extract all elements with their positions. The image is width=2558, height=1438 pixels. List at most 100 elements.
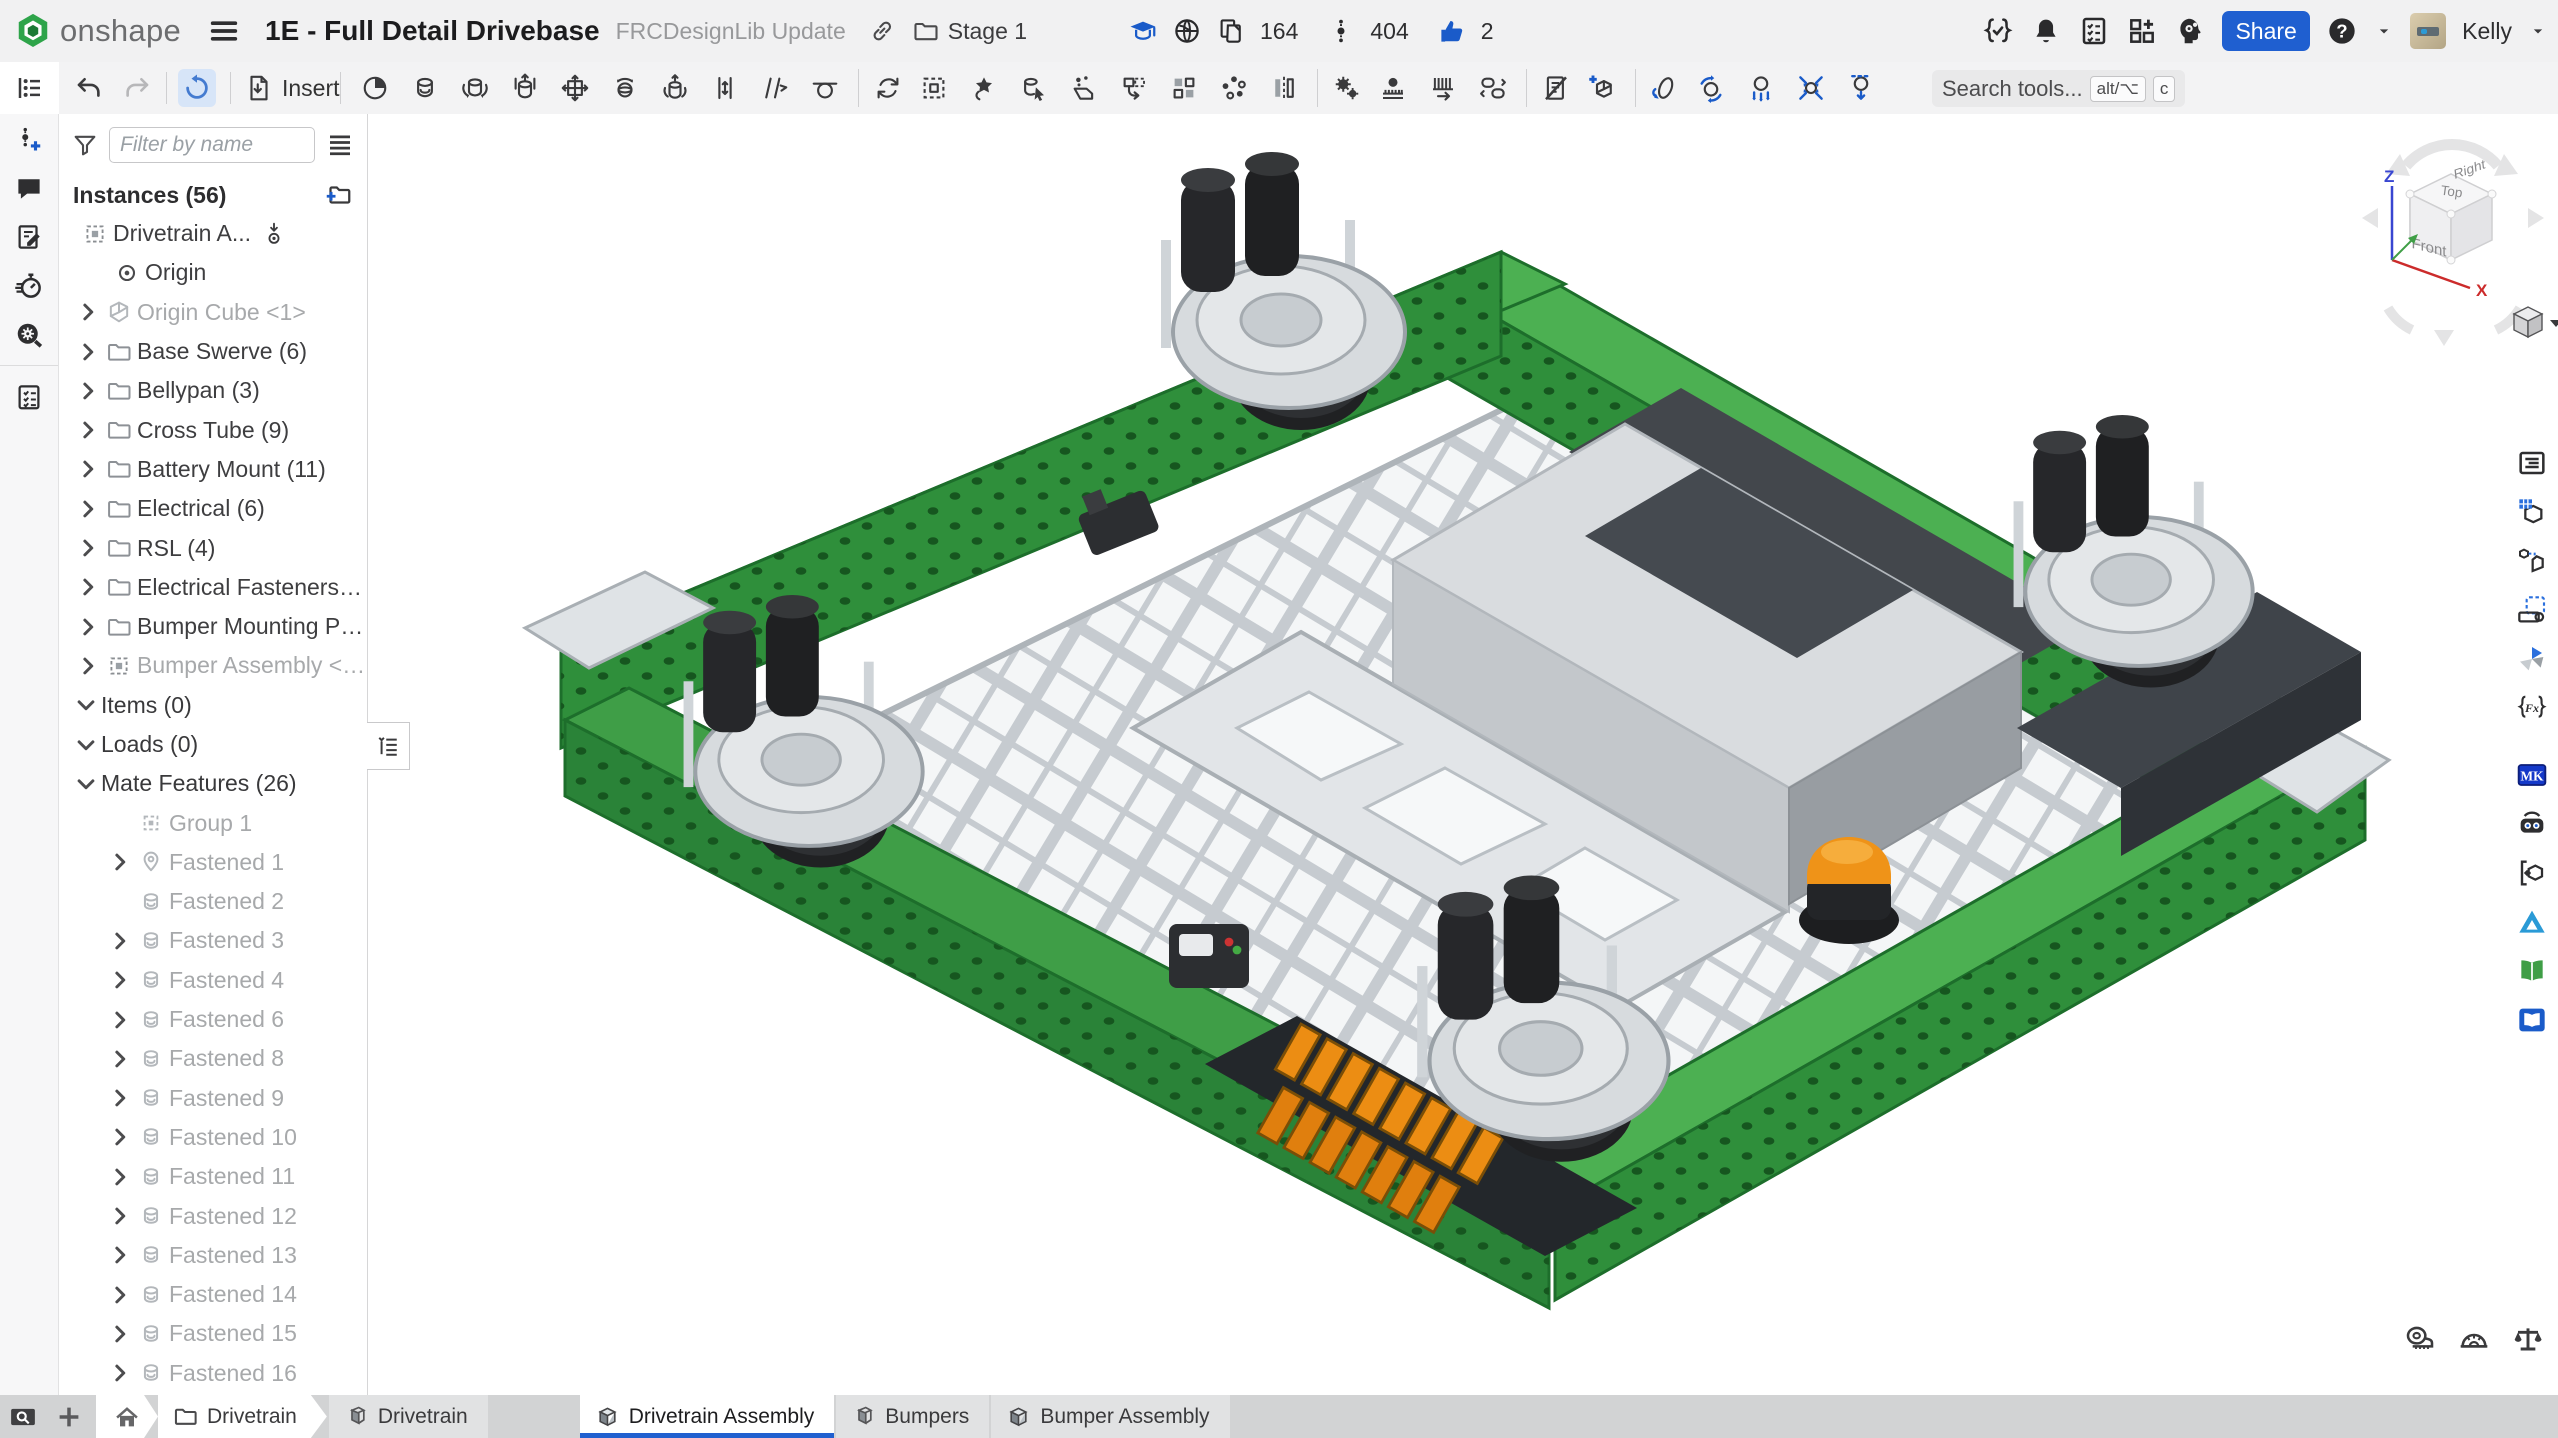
tree-battery-mount[interactable]: Battery Mount (11) <box>59 450 367 489</box>
drag-part[interactable] <box>1009 69 1059 107</box>
chev-right-icon[interactable] <box>105 965 135 995</box>
new-tab-button[interactable] <box>46 1395 92 1438</box>
chev-right-icon[interactable] <box>105 1162 135 1192</box>
screw-relation[interactable] <box>1418 69 1468 107</box>
section-items[interactable]: Items (0) <box>59 686 367 725</box>
home-tab[interactable] <box>96 1395 158 1438</box>
tree-fastened-16[interactable]: Fastened 16 <box>59 1354 367 1393</box>
replace-instance[interactable] <box>858 69 909 107</box>
tab-bumpers[interactable]: Bumpers <box>836 1395 989 1438</box>
copies-icon[interactable] <box>1216 16 1246 46</box>
tasks-checklist-icon[interactable] <box>2078 15 2110 47</box>
undo-button[interactable] <box>70 69 108 107</box>
mate-list-flyout-handle[interactable] <box>367 722 410 770</box>
parallel-mate[interactable] <box>750 69 800 107</box>
variables-fx[interactable]: Fx <box>2512 683 2552 732</box>
tree-drivetrain-assembly[interactable]: Drivetrain A... <box>59 214 367 253</box>
search-in-document[interactable] <box>0 310 58 359</box>
tree-bumper-mounting-plates[interactable]: Bumper Mounting Plat... <box>59 607 367 646</box>
main-menu-icon[interactable] <box>207 14 241 48</box>
circular-pattern[interactable] <box>1209 69 1259 107</box>
chev-right-icon[interactable] <box>73 533 103 563</box>
view-cube-right-label[interactable]: Right <box>2453 157 2486 182</box>
chev-right-icon[interactable] <box>105 1005 135 1035</box>
search-tools[interactable]: Search tools... alt/⌥ c <box>1932 70 2185 107</box>
display-states[interactable] <box>1836 69 1886 107</box>
insert-derived[interactable] <box>1109 69 1159 107</box>
link-icon[interactable] <box>868 17 896 45</box>
app-pinwheel[interactable] <box>2512 634 2552 683</box>
learning-center-icon[interactable] <box>1128 16 1158 46</box>
mate[interactable] <box>350 69 400 107</box>
share-button[interactable]: Share <box>2222 11 2310 51</box>
tree-fastened-6[interactable]: Fastened 6 <box>59 1000 367 1039</box>
chev-down-icon[interactable] <box>71 730 101 760</box>
tree-bellypan[interactable]: Bellypan (3) <box>59 371 367 410</box>
ai-assistant-icon[interactable] <box>2174 15 2206 47</box>
revolute-mate[interactable] <box>450 69 500 107</box>
tab-drivetrain-assembly[interactable]: Drivetrain Assembly <box>580 1395 835 1438</box>
chev-right-icon[interactable] <box>105 1122 135 1152</box>
likes-icon[interactable] <box>1437 16 1467 46</box>
sync-update-button[interactable] <box>178 69 216 107</box>
tab-drivetrain-folder[interactable]: Drivetrain <box>158 1395 327 1438</box>
derived-part[interactable] <box>2512 536 2552 585</box>
tree-fastened-11[interactable]: Fastened 11 <box>59 1157 367 1196</box>
history[interactable] <box>0 261 58 310</box>
app-mkcad[interactable]: MK <box>2512 750 2552 799</box>
mirror[interactable] <box>1259 69 1309 107</box>
chev-right-icon[interactable] <box>73 337 103 367</box>
add-folder-icon[interactable] <box>323 180 353 210</box>
chev-right-icon[interactable] <box>105 847 135 877</box>
tree-origin[interactable]: Origin <box>59 253 367 292</box>
tree-rsl[interactable]: RSL (4) <box>59 528 367 567</box>
help-icon[interactable]: ? <box>2326 15 2358 47</box>
replicate[interactable] <box>959 69 1009 107</box>
user-caret-icon[interactable] <box>2528 21 2548 41</box>
copies-count[interactable]: 164 <box>1260 18 1298 45</box>
tree-fastened-14[interactable]: Fastened 14 <box>59 1275 367 1314</box>
assembly-3d-model[interactable] <box>505 128 2405 1312</box>
notifications-bell-icon[interactable] <box>2030 15 2062 47</box>
document-title[interactable]: 1E - Full Detail Drivebase <box>265 15 600 47</box>
belt-relation[interactable] <box>1468 69 1518 107</box>
section-loads[interactable]: Loads (0) <box>59 725 367 764</box>
bom-panel[interactable] <box>2512 438 2552 487</box>
comments[interactable] <box>0 163 58 212</box>
view-cube[interactable]: Top Front Right Z X <box>2348 130 2558 365</box>
snapshot[interactable] <box>1786 69 1836 107</box>
tree-base-swerve[interactable]: Base Swerve (6) <box>59 332 367 371</box>
pin-slot-mate[interactable] <box>700 69 750 107</box>
slider-mate[interactable] <box>500 69 550 107</box>
panel-toggle-button[interactable] <box>0 62 59 114</box>
tree-fastened-15[interactable]: Fastened 15 <box>59 1314 367 1353</box>
chev-right-icon[interactable] <box>105 926 135 956</box>
document-notes[interactable] <box>0 212 58 261</box>
search-tabs-button[interactable] <box>0 1395 46 1438</box>
ball-mate[interactable] <box>600 69 650 107</box>
tree-bumper-assembly[interactable]: Bumper Assembly <1> <box>59 646 367 685</box>
tree-fastened-12[interactable]: Fastened 12 <box>59 1196 367 1235</box>
exploded-view[interactable] <box>1736 69 1786 107</box>
tangent-mate[interactable] <box>800 69 850 107</box>
tree-fastened-9[interactable]: Fastened 9 <box>59 1079 367 1118</box>
tree-fastened-3[interactable]: Fastened 3 <box>59 921 367 960</box>
section-mate-features[interactable]: Mate Features (26) <box>59 764 367 803</box>
chev-right-icon[interactable] <box>73 415 103 445</box>
apps-grid-icon[interactable] <box>2126 15 2158 47</box>
versions-icon[interactable] <box>1326 16 1356 46</box>
chev-right-icon[interactable] <box>105 1319 135 1349</box>
insert-button[interactable]: Insert <box>244 69 340 107</box>
chev-right-icon[interactable] <box>105 1358 135 1388</box>
tree-cross-tube[interactable]: Cross Tube (9) <box>59 410 367 449</box>
user-name[interactable]: Kelly <box>2462 18 2512 45</box>
bom[interactable] <box>1526 69 1577 107</box>
tab-bumper-assembly[interactable]: Bumper Assembly <box>991 1395 1229 1438</box>
tree-fastened-13[interactable]: Fastened 13 <box>59 1236 367 1275</box>
app-triangle[interactable] <box>2512 897 2552 946</box>
view-cube-top-label[interactable]: Top <box>2440 183 2464 201</box>
create-version[interactable] <box>0 114 58 163</box>
tree-fastened-4[interactable]: Fastened 4 <box>59 961 367 1000</box>
tree-fastened-2[interactable]: Fastened 2 <box>59 882 367 921</box>
filter-funnel-icon[interactable] <box>71 131 99 159</box>
